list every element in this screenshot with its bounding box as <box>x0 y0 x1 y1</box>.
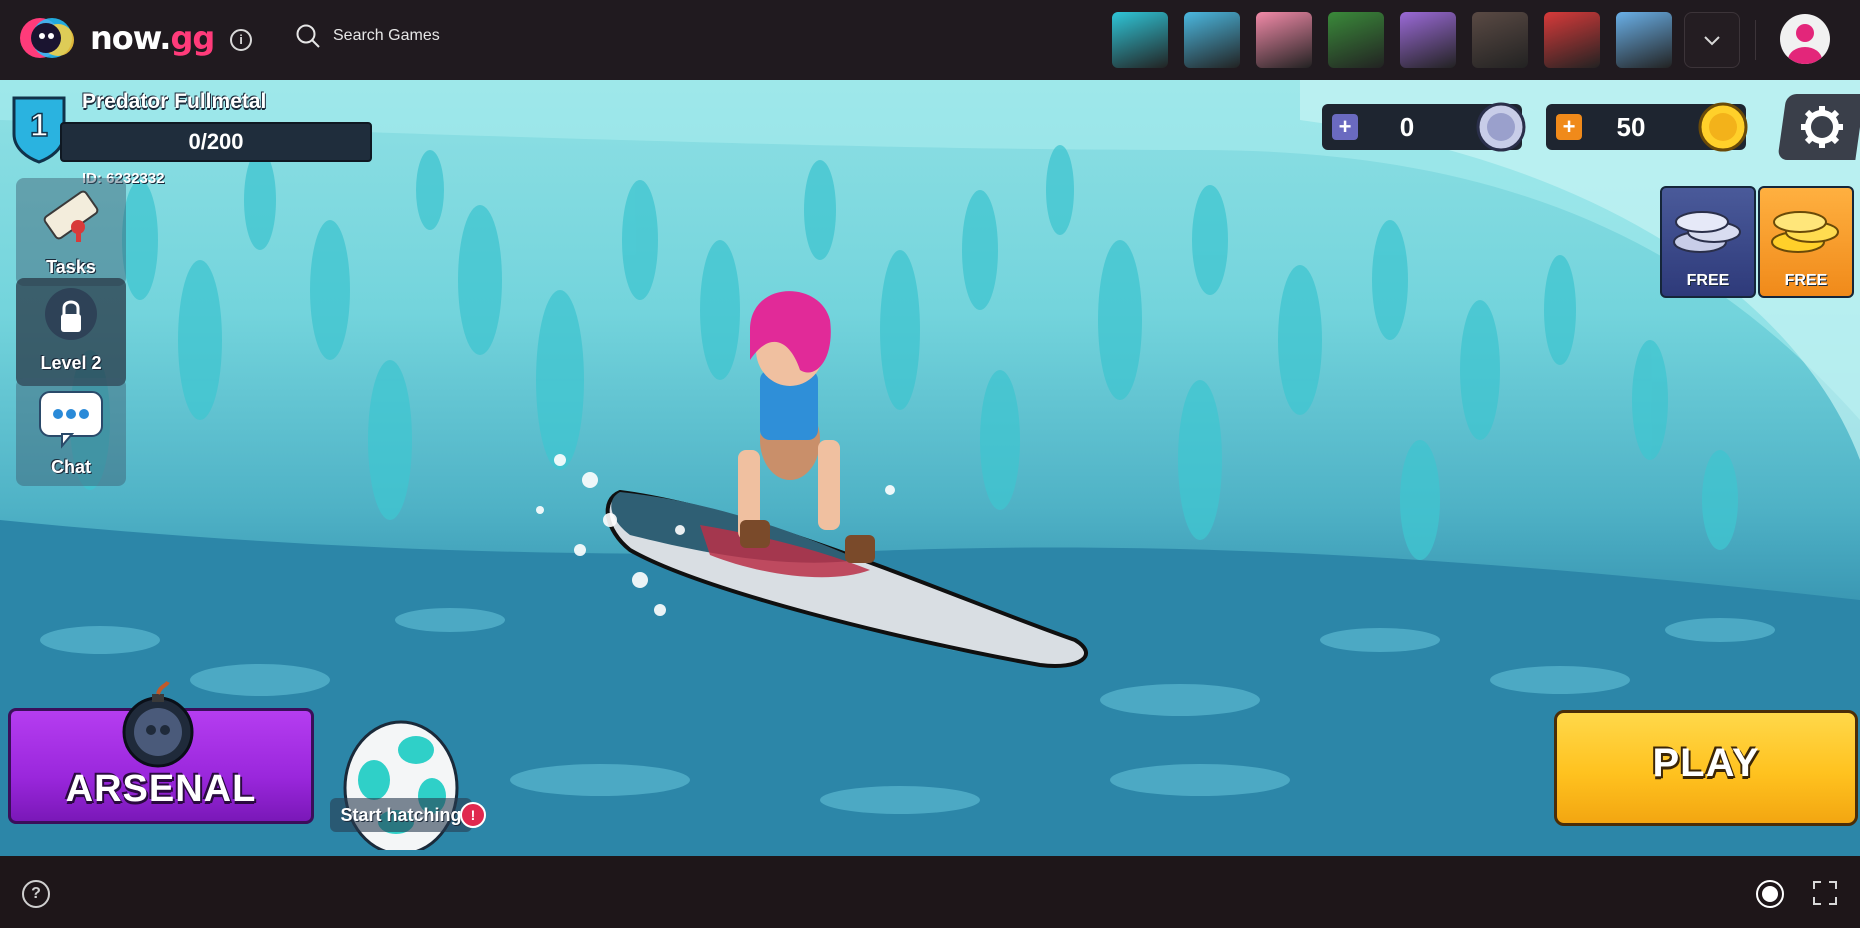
player-level: 1 <box>30 107 48 143</box>
chat-button[interactable]: Chat <box>16 378 126 486</box>
recent-games-strip <box>1112 12 1672 68</box>
user-avatar[interactable] <box>1780 14 1830 64</box>
player-name: Predator Fullmetal <box>82 90 267 113</box>
chevron-down-icon <box>1704 36 1720 46</box>
silver-amount: 0 <box>1399 112 1415 142</box>
free-gold-label: FREE <box>1784 272 1828 289</box>
game-thumb-5[interactable] <box>1400 12 1456 68</box>
game-thumb-1[interactable] <box>1112 12 1168 68</box>
free-silver-label: FREE <box>1686 272 1730 289</box>
game-thumb-3[interactable] <box>1256 12 1312 68</box>
scroll-icon <box>43 190 99 242</box>
record-icon[interactable] <box>1756 880 1784 908</box>
topbar-divider <box>1755 20 1756 60</box>
game-thumb-6[interactable] <box>1472 12 1528 68</box>
add-silver-button[interactable]: + <box>1332 114 1358 140</box>
bomb-icon <box>122 680 194 768</box>
search-games[interactable]: Search Games <box>295 23 440 49</box>
more-games-button[interactable] <box>1684 12 1740 68</box>
game-thumb-2[interactable] <box>1184 12 1240 68</box>
top-navigation-bar: now.gg i Search Games <box>0 0 1860 80</box>
arsenal-label: ARSENAL <box>65 768 257 810</box>
chat-bubble-icon <box>39 391 103 449</box>
game-thumb-7[interactable] <box>1544 12 1600 68</box>
gold-coin-icon <box>1698 102 1748 152</box>
gold-currency: + 50 <box>1546 102 1748 152</box>
play-label: PLAY <box>1652 741 1760 785</box>
add-gold-button[interactable]: + <box>1556 114 1582 140</box>
free-gold-offer[interactable]: FREE <box>1758 186 1854 298</box>
help-icon[interactable]: ? <box>22 880 50 908</box>
xp-progress-text: 0/200 <box>188 129 244 154</box>
game-viewport[interactable]: 1 Predator Fullmetal 0/200 ID: 6232332 T… <box>0 80 1860 856</box>
info-icon[interactable]: i <box>230 29 252 51</box>
nowgg-logo-icon <box>18 14 80 62</box>
hatching-alert-badge: ! <box>460 802 486 828</box>
game-thumb-8[interactable] <box>1616 12 1672 68</box>
silver-currency: + 0 <box>1322 102 1526 152</box>
silver-coins-stack-icon <box>1673 211 1741 253</box>
nowgg-logo[interactable]: now.gg <box>18 14 215 62</box>
fullscreen-icon[interactable] <box>1812 880 1838 906</box>
level2-locked-button[interactable]: Level 2 <box>16 278 126 386</box>
gear-icon <box>1801 106 1843 148</box>
tasks-label: Tasks <box>46 257 96 277</box>
search-games-label: Search Games <box>333 27 440 44</box>
gold-amount: 50 <box>1616 112 1646 142</box>
bottom-bar <box>0 856 1860 928</box>
start-hatching-label[interactable]: Start hatching <box>330 798 472 832</box>
xp-progress-bar: 0/200 <box>60 122 372 162</box>
free-silver-offer[interactable]: FREE <box>1660 186 1756 298</box>
level2-label: Level 2 <box>40 353 102 373</box>
lock-icon <box>45 288 97 340</box>
nowgg-logo-text: now.gg <box>90 19 215 57</box>
silver-coin-icon <box>1476 102 1526 152</box>
settings-button[interactable] <box>1777 94 1860 160</box>
chat-label: Chat <box>51 457 91 477</box>
game-thumb-4[interactable] <box>1328 12 1384 68</box>
search-icon <box>296 24 320 48</box>
tasks-button[interactable]: Tasks <box>16 178 126 286</box>
gold-coins-stack-icon <box>1771 211 1839 253</box>
play-button[interactable]: PLAY <box>1554 710 1858 826</box>
